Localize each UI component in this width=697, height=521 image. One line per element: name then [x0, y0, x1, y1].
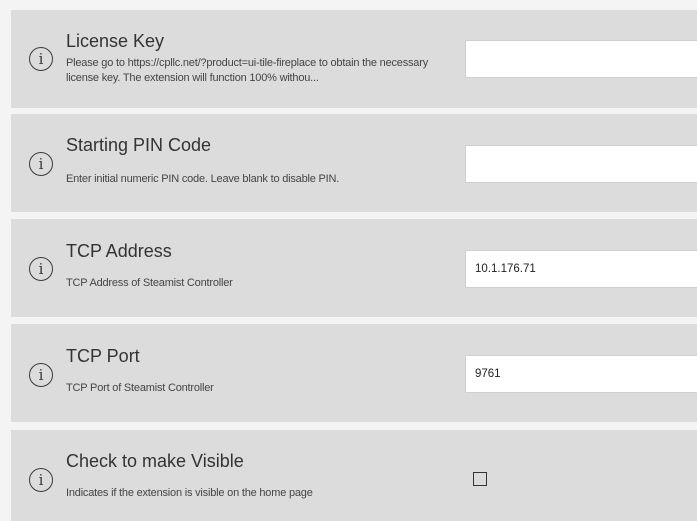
info-icon[interactable]: i: [29, 468, 53, 492]
setting-title: Check to make Visible: [66, 451, 244, 471]
setting-description: Enter initial numeric PIN code. Leave bl…: [66, 173, 340, 185]
info-icon[interactable]: i: [29, 257, 53, 281]
info-icon[interactable]: i: [29, 47, 53, 71]
setting-row-pin-code: i Starting PIN Code Enter initial numeri…: [11, 114, 697, 212]
setting-description: Indicates if the extension is visible on…: [66, 487, 313, 499]
setting-title: License Key: [66, 31, 165, 51]
setting-row-tcp-address: i TCP Address TCP Address of Steamist Co…: [11, 219, 697, 317]
setting-description: TCP Port of Steamist Controller: [66, 382, 214, 394]
setting-title: TCP Address: [66, 241, 172, 261]
setting-title: TCP Port: [66, 346, 140, 366]
pin-code-input[interactable]: [465, 145, 697, 183]
setting-title: Starting PIN Code: [66, 135, 212, 155]
setting-row-visibility: i Check to make Visible Indicates if the…: [11, 430, 697, 521]
setting-row-license-key: i License Key Please go to https://cpllc…: [11, 10, 697, 108]
tcp-address-input[interactable]: [465, 250, 697, 288]
settings-list: i License Key Please go to https://cpllc…: [0, 0, 697, 521]
info-icon[interactable]: i: [29, 363, 53, 387]
setting-description: Please go to https://cpllc.net/?product=…: [66, 57, 428, 84]
setting-row-tcp-port: i TCP Port TCP Port of Steamist Controll…: [11, 324, 697, 422]
tcp-port-input[interactable]: [465, 355, 697, 393]
license-key-input[interactable]: [465, 40, 697, 78]
visibility-checkbox[interactable]: [473, 472, 487, 486]
setting-description: TCP Address of Steamist Controller: [66, 277, 233, 289]
info-icon[interactable]: i: [29, 152, 53, 176]
